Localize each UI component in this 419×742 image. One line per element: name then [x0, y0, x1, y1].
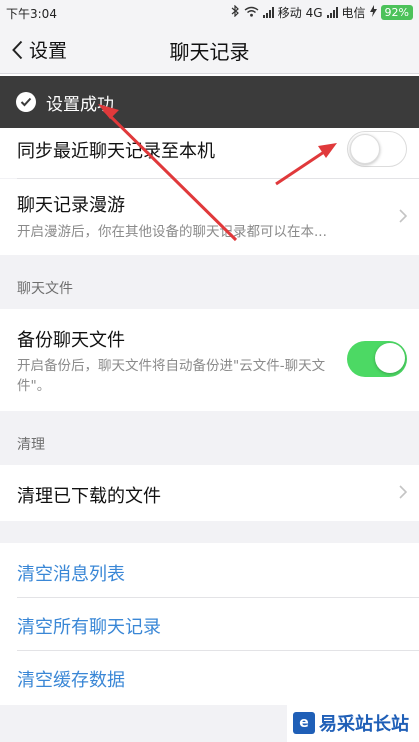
toggle-knob: [375, 343, 405, 373]
signal-icon: [262, 7, 274, 18]
navigation-bar: 设置 聊天记录: [0, 26, 419, 74]
clear-all-chat-history-link[interactable]: 清空所有聊天记录: [17, 613, 161, 639]
status-bar: 下午3:04 移动 4G 电信 92%: [0, 0, 419, 26]
chat-roaming-row[interactable]: 聊天记录漫游 开启漫游后，你在其他设备的聊天记录都可以在本...: [0, 179, 419, 255]
page-title: 聊天记录: [169, 40, 250, 64]
chevron-right-icon: [399, 485, 407, 499]
chevron-right-icon: [399, 209, 407, 223]
success-toast: 设置成功: [0, 76, 419, 128]
section-header-chat-files: 聊天文件: [17, 281, 73, 297]
wifi-icon: [244, 6, 259, 20]
signal-icon-2: [326, 7, 338, 18]
chat-roaming-desc: 开启漫游后，你在其他设备的聊天记录都可以在本...: [17, 224, 327, 240]
clear-message-list-link[interactable]: 清空消息列表: [17, 560, 125, 586]
clear-downloaded-files-row[interactable]: 清理已下载的文件: [0, 465, 419, 521]
charging-icon: [369, 5, 377, 20]
carrier-2: 电信: [341, 6, 366, 20]
divider: [17, 650, 419, 651]
battery-indicator: 92%: [380, 5, 413, 20]
backup-chat-files-toggle[interactable]: [347, 341, 407, 377]
section-header-cleanup: 清理: [17, 437, 45, 453]
status-time: 下午3:04: [6, 7, 57, 21]
sync-recent-history-toggle[interactable]: [347, 131, 407, 167]
toast-text: 设置成功: [46, 94, 114, 115]
clear-cache-link[interactable]: 清空缓存数据: [17, 666, 125, 692]
bluetooth-icon: [231, 4, 240, 20]
watermark-logo: e: [293, 712, 315, 734]
backup-chat-files-row[interactable]: 备份聊天文件 开启备份后，聊天文件将自动备份进"云文件-聊天文件"。: [0, 309, 419, 411]
status-icons: 移动 4G 电信 92%: [231, 4, 413, 21]
sync-recent-history-label: 同步最近聊天记录至本机: [17, 141, 215, 162]
danger-actions-group: 清空消息列表 清空所有聊天记录 清空缓存数据: [0, 543, 419, 705]
clear-downloaded-files-label: 清理已下载的文件: [17, 486, 161, 507]
check-circle-icon: [16, 92, 36, 112]
watermark-text: 易采站长站: [319, 714, 409, 735]
chat-roaming-label: 聊天记录漫游: [17, 195, 125, 216]
carrier-1: 移动 4G: [277, 6, 323, 20]
toggle-knob: [350, 134, 380, 164]
watermark: e 易采站长站: [287, 704, 419, 742]
backup-chat-files-desc: 开启备份后，聊天文件将自动备份进"云文件-聊天文件"。: [17, 358, 326, 394]
backup-chat-files-label: 备份聊天文件: [17, 330, 125, 351]
divider: [17, 597, 419, 598]
